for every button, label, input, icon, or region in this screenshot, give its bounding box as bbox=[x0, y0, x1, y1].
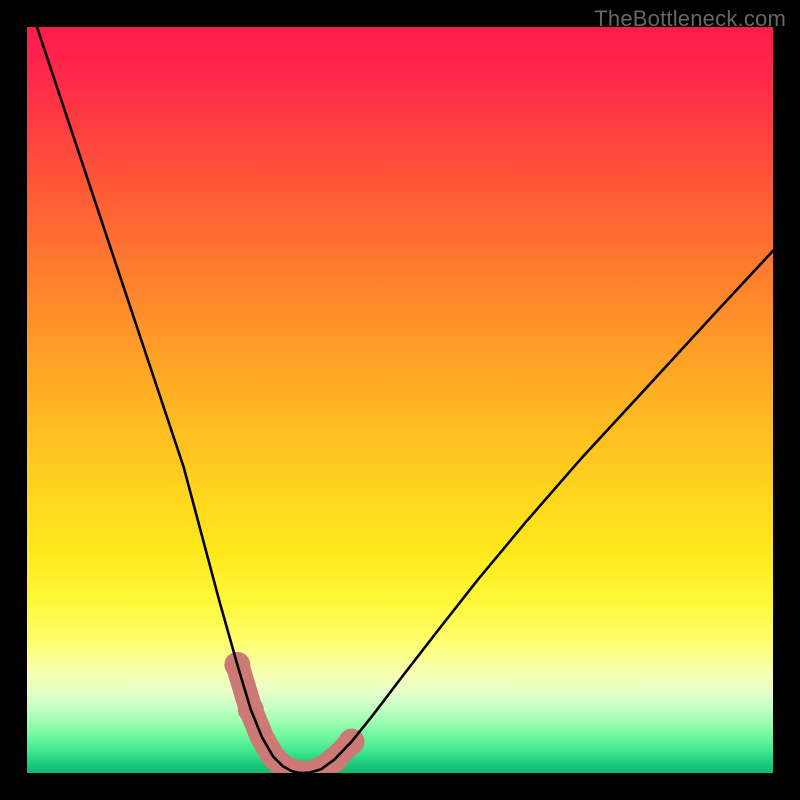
highlight-band bbox=[224, 652, 364, 773]
right-curve bbox=[303, 251, 773, 773]
chart-frame: TheBottleneck.com bbox=[0, 0, 800, 800]
curve-layer bbox=[27, 27, 773, 773]
watermark-text: TheBottleneck.com bbox=[594, 6, 786, 32]
plot-area bbox=[27, 27, 773, 773]
left-curve bbox=[27, 27, 303, 773]
